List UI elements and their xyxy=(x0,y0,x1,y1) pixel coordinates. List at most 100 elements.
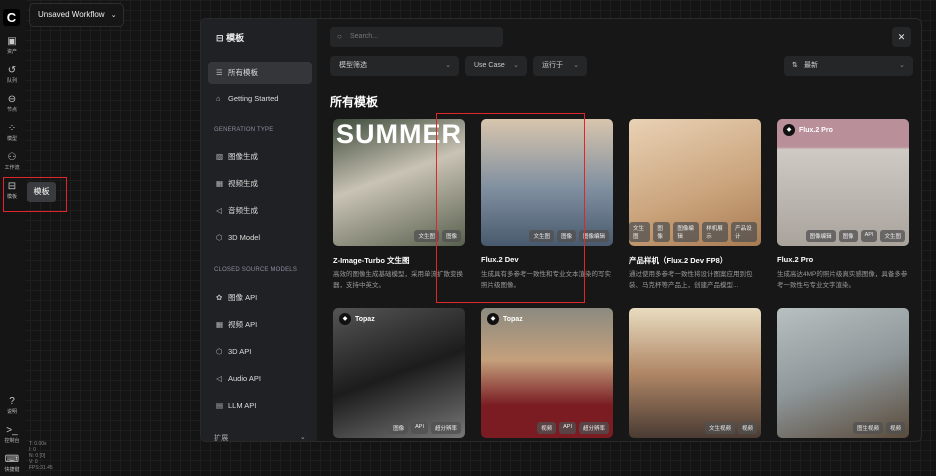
tag-list: 图生视频 视频 xyxy=(852,422,905,434)
template-thumbnail: 文生图 图像 图像编辑 样机展示 产品设计 xyxy=(629,119,761,246)
dropdown-label: Use Case xyxy=(474,62,505,69)
rail-item-queue[interactable]: ↺ 队列 xyxy=(0,65,24,84)
tag: 视频 xyxy=(537,422,557,434)
provider-logo-icon: ◆ xyxy=(783,124,795,136)
image-icon: ▨ xyxy=(216,152,224,161)
runs-on-dropdown[interactable]: 运行于 ⌄ xyxy=(533,56,587,76)
sidebar-item[interactable]: ▦ 视频 API xyxy=(208,314,312,336)
app-logo[interactable]: C xyxy=(3,9,20,26)
badge-label: Topaz xyxy=(355,315,375,323)
queue-icon: ↺ xyxy=(7,65,17,76)
chat-icon: ▤ xyxy=(216,401,224,410)
sidebar-item-label: 图像生成 xyxy=(228,152,258,161)
sidebar-item[interactable]: ✿ 图像 API xyxy=(208,287,312,309)
workflow-title-button[interactable]: Unsaved Workflow ⌄ xyxy=(29,3,124,27)
cube-icon: ⬡ xyxy=(216,347,223,356)
close-button[interactable]: ✕ xyxy=(892,27,911,47)
left-rail: C ▣ 资产 ↺ 队列 ⊖ 节点 ⁘ 模型 ⚇ 工作流 ⊟ 模板? 说明 >_ 控制台 ⌨ 快捷键 xyxy=(0,0,26,476)
card-title: Flux.2 Pro xyxy=(777,255,814,264)
film-icon: ▦ xyxy=(216,320,224,329)
tag: API xyxy=(860,230,878,242)
audio-icon: ◁ xyxy=(216,374,222,383)
tag-list: 文生图 图像 图像编辑 样机展示 产品设计 xyxy=(629,222,757,242)
sidebar-item-label: Audio API xyxy=(228,374,261,383)
tag: API xyxy=(559,422,576,434)
sidebar-item[interactable]: ◁ 音频生成 xyxy=(208,200,312,222)
card-title: Z-Image-Turbo 文生图 xyxy=(333,256,410,265)
tag-list: 图像 API 超分辨率 xyxy=(389,422,461,434)
sidebar-header: ⊟ 模板 xyxy=(216,31,244,44)
modal-sidebar: ⊟ 模板 ☰ 所有模板 ⌂ Getting Started GENERATION TYP… xyxy=(201,19,317,441)
rail-item-workflow[interactable]: ⚇ 工作流 xyxy=(0,152,24,171)
dropdown-label: 最新 xyxy=(804,62,818,69)
rail-item-label: 控制台 xyxy=(4,438,20,444)
search-placeholder: Search... xyxy=(350,33,379,40)
card-description: 生成高达4MP的照片级真实感图像，具备多参考一致性与专业文字渲染。 xyxy=(777,271,908,289)
badge-label: Flux.2 Pro xyxy=(799,126,833,134)
template-thumbnail: ◆ Flux.2 Pro 图像编辑 图像 API 文生图 xyxy=(777,119,909,246)
chevron-down-icon: ⌄ xyxy=(445,62,451,69)
tag: 图像 xyxy=(653,222,671,242)
tag: 图像 xyxy=(389,422,409,434)
rail-item-label: 说明 xyxy=(6,409,17,415)
rail-item-models[interactable]: ⁘ 模型 xyxy=(0,123,24,142)
chevron-down-icon: ⌄ xyxy=(110,12,117,19)
tag: 文生视频 xyxy=(704,422,735,434)
tag: 文生图 xyxy=(880,230,905,242)
tag: 样机展示 xyxy=(702,222,729,242)
stats-readout: T: 0.00s I: 0 N: 0 [0] V: 0 FPS:31.45 xyxy=(29,441,53,471)
tooltip: 模板 xyxy=(27,182,56,202)
sidebar-section-title: GENERATION TYPE xyxy=(214,127,274,133)
expand-section[interactable]: 扩展 ⌄ xyxy=(214,433,306,441)
rail-item-help[interactable]: ? 说明 xyxy=(0,396,24,415)
rail-item-keyboard[interactable]: ⌨ 快捷键 xyxy=(0,454,24,473)
film-icon: ▦ xyxy=(216,179,224,188)
rail-item-label: 节点 xyxy=(6,107,17,113)
sidebar-item[interactable]: ⬡ 3D Model xyxy=(208,227,312,249)
rail-item-nodes[interactable]: ⊖ 节点 xyxy=(0,94,24,113)
model-filter-dropdown[interactable]: 模型筛选 ⌄ xyxy=(330,56,459,76)
tag-list: 图像编辑 图像 API 文生图 xyxy=(805,230,905,242)
models-icon: ⁘ xyxy=(7,123,17,134)
cube-icon: ⬡ xyxy=(216,233,223,242)
sidebar-item-label: Getting Started xyxy=(228,94,279,103)
template-thumbnail: ◆ Topaz 图像 API 超分辨率 xyxy=(333,308,465,438)
sidebar-item-label: 图像 API xyxy=(228,293,258,302)
search-icon: ○ xyxy=(337,32,342,41)
tag: API xyxy=(411,422,428,434)
nodes-icon: ⊖ xyxy=(7,94,17,105)
chevron-down-icon: ⌄ xyxy=(573,62,579,69)
stat-line: FPS:31.45 xyxy=(29,465,53,471)
card-description: 通过使用多参考一致性将设计图案应用到包装、马克杯等产品上，创建产品模型... xyxy=(629,271,753,289)
sidebar-item[interactable]: ▦ 视频生成 xyxy=(208,173,312,195)
sidebar-item[interactable]: ⬡ 3D API xyxy=(208,341,312,363)
tag: 文生图 xyxy=(629,222,651,242)
tag-list: 视频 API 超分辨率 xyxy=(537,422,609,434)
rail-item-console[interactable]: >_ 控制台 xyxy=(0,425,24,444)
use-case-dropdown[interactable]: Use Case ⌄ xyxy=(465,56,527,76)
sidebar-item[interactable]: ⌂ Getting Started xyxy=(208,88,312,110)
sidebar-item-label: 视频 API xyxy=(228,320,258,329)
rail-item-label: 队列 xyxy=(6,78,17,84)
sort-dropdown[interactable]: ⇅ 最新 ⌄ xyxy=(784,56,913,76)
tag: 视频 xyxy=(737,422,757,434)
template-thumbnail: 文生视频 视频 xyxy=(629,308,761,438)
rail-item-label: 快捷键 xyxy=(4,467,20,473)
search-input[interactable]: ○ Search... xyxy=(330,27,503,47)
close-icon: ✕ xyxy=(897,32,906,42)
sidebar-item[interactable]: ▨ 图像生成 xyxy=(208,146,312,168)
sidebar-item[interactable]: ◁ Audio API xyxy=(208,368,312,390)
templates-icon: ⊟ xyxy=(216,33,224,43)
sidebar-item-label: 视频生成 xyxy=(228,179,258,188)
chevron-down-icon: ⌄ xyxy=(299,434,306,441)
provider-logo-icon: ◆ xyxy=(339,313,351,325)
sidebar-item[interactable]: ▤ LLM API xyxy=(208,395,312,417)
sidebar-item-label: 音频生成 xyxy=(228,206,258,215)
selected-card-highlight xyxy=(436,113,585,303)
workflow-icon: ⚇ xyxy=(7,152,17,163)
rail-item-assets[interactable]: ▣ 资产 xyxy=(0,36,24,55)
dropdown-label: 模型筛选 xyxy=(339,62,367,69)
rail-item-label: 工作流 xyxy=(4,165,20,171)
sidebar-item[interactable]: ☰ 所有模板 xyxy=(208,62,312,84)
tag: 超分辨率 xyxy=(430,422,461,434)
